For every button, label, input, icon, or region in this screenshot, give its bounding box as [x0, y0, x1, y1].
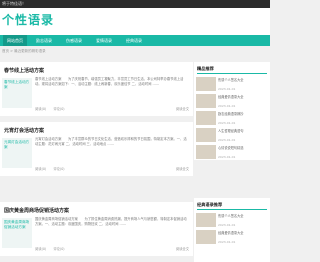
site-header: 个性语录 — [0, 8, 270, 35]
nav-item-home[interactable]: 网站首页 — [3, 35, 27, 46]
sidebar-thumbnail[interactable] — [196, 128, 216, 142]
sidebar-list-item[interactable]: 经典爱情语录大全 2023-01-01 — [196, 229, 268, 245]
site-logo[interactable]: 个性语录 — [2, 11, 54, 28]
post-comments[interactable]: 评论(0) — [53, 167, 64, 171]
sidebar-item-text[interactable]: 伤感个人签名大全 — [218, 214, 268, 219]
sidebar-thumbnail[interactable] — [196, 145, 216, 159]
post-meta: 阅读(0) 评论(0) — [35, 246, 71, 251]
sidebar-thumbnail[interactable] — [196, 111, 216, 125]
sidebar-item-date: 2023-01-01 — [218, 121, 236, 125]
sidebar-list-item[interactable]: 经典爱情语录大全 2023-01-01 — [196, 93, 268, 109]
sidebar-item-text[interactable]: 经典爱情语录大全 — [218, 95, 268, 100]
post-views: 阅读(0) — [35, 107, 47, 111]
post-meta: 阅读(0) 评论(0) — [35, 166, 71, 171]
top-bar-text: 将于特佳语！ — [2, 1, 26, 6]
sidebar-list-item[interactable]: 心情说说短句精选 2023-01-01 — [196, 144, 268, 160]
nav-item-sad[interactable]: 伤感语录 — [66, 35, 82, 46]
sidebar-item-text[interactable]: 人生哲理经典语句 — [218, 129, 268, 134]
post-title[interactable]: 元宵灯会活动方案 — [4, 127, 44, 134]
sidebar-item-date: 2023-01-01 — [218, 240, 236, 244]
post-comments[interactable]: 评论(0) — [53, 107, 64, 111]
main-nav: 网站首页 励志语录 伤感语录 爱情语录 经典语录 — [0, 35, 270, 46]
sidebar-list-item[interactable]: 伤感个人签名大全 2023-01-01 — [196, 212, 268, 228]
post-item: 元宵灯会活动方案 元宵灯会活动方案 元宵灯会活动方案 为了丰富群众的节日文化生活… — [0, 122, 193, 176]
post-meta: 阅读(0) 评论(0) — [35, 106, 71, 111]
nav-item-classic[interactable]: 经典语录 — [126, 35, 142, 46]
post-item: 春节线上活动方案 春节线上活动方案 春节线上活动方案 为了庆祝春节，增强员工凝聚… — [0, 62, 193, 116]
sidebar-item-date: 2023-01-01 — [218, 155, 236, 159]
top-bar: 将于特佳语！ — [0, 0, 270, 8]
sidebar-list-item[interactable]: 人生哲理经典语句 2023-01-01 — [196, 127, 268, 143]
read-more-link[interactable]: 阅读全文 — [176, 166, 189, 171]
sidebar-list-item[interactable]: 伤感个人签名大全 2023-01-01 — [196, 76, 268, 92]
nav-item-love[interactable]: 爱情语录 — [96, 35, 112, 46]
sidebar-thumbnail[interactable] — [196, 77, 216, 91]
post-views: 阅读(0) — [35, 167, 47, 171]
post-thumbnail[interactable]: 国庆黄金周商场促销活动方案 — [2, 218, 32, 248]
sidebar-item-text[interactable]: 经典爱情语录大全 — [218, 231, 268, 236]
post-title[interactable]: 国庆黄金周商场促销活动方案 — [4, 207, 69, 214]
sidebar-item-text[interactable]: 心情说说短句精选 — [218, 146, 268, 151]
sidebar-item-date: 2023-01-01 — [218, 223, 236, 227]
post-title[interactable]: 春节线上活动方案 — [4, 67, 44, 74]
widget-divider — [197, 209, 267, 210]
sidebar-item-text[interactable]: 伤感个人签名大全 — [218, 78, 268, 83]
sidebar-item-date: 2023-01-01 — [218, 104, 236, 108]
post-item: 国庆黄金周商场促销活动方案 国庆黄金周商场促销活动方案 国庆黄金周商场促销活动方… — [0, 202, 193, 256]
read-more-link[interactable]: 阅读全文 — [176, 106, 189, 111]
widget-classic: 经典语录推荐 伤感个人签名大全 2023-01-01 经典爱情语录大全 2023… — [194, 198, 270, 262]
nav-item-inspirational[interactable]: 励志语录 — [36, 35, 52, 46]
widget-divider — [197, 73, 267, 74]
post-thumbnail[interactable]: 春节线上活动方案 — [2, 78, 32, 108]
read-more-link[interactable]: 阅读全文 — [176, 246, 189, 251]
post-excerpt: 春节线上活动方案 为了庆祝春节，增强员工凝聚力，丰富员工节日生活，本公司特举办春… — [35, 77, 184, 87]
breadcrumb: 首页 > 最近更新的精彩语录 — [2, 49, 46, 53]
widget-featured: 精品推荐 伤感个人签名大全 2023-01-01 经典爱情语录大全 2023-0… — [194, 62, 270, 160]
post-excerpt: 元宵灯会活动方案 为了丰富群众的节日文化生活，营造欢乐祥和的节日氛围，特制定本方… — [35, 137, 187, 147]
widget-title: 精品推荐 — [197, 66, 214, 71]
sidebar-thumbnail[interactable] — [196, 94, 216, 108]
post-comments[interactable]: 评论(0) — [53, 247, 64, 251]
post-excerpt: 国庆黄金周商场促销活动方案 为了抓住黄金周消费热潮，提升商场人气与销售额，特制定… — [35, 217, 187, 227]
sidebar-list-item[interactable]: 励志经典语录摘抄 2023-01-01 — [196, 110, 268, 126]
sidebar-item-date: 2023-01-01 — [218, 87, 236, 91]
post-thumbnail[interactable]: 元宵灯会活动方案 — [2, 138, 32, 168]
post-views: 阅读(0) — [35, 247, 47, 251]
sidebar-item-date: 2023-01-01 — [218, 138, 236, 142]
widget-title: 经典语录推荐 — [197, 202, 223, 207]
sidebar-thumbnail[interactable] — [196, 213, 216, 227]
sidebar-thumbnail[interactable] — [196, 230, 216, 244]
sidebar-item-text[interactable]: 励志经典语录摘抄 — [218, 112, 268, 117]
